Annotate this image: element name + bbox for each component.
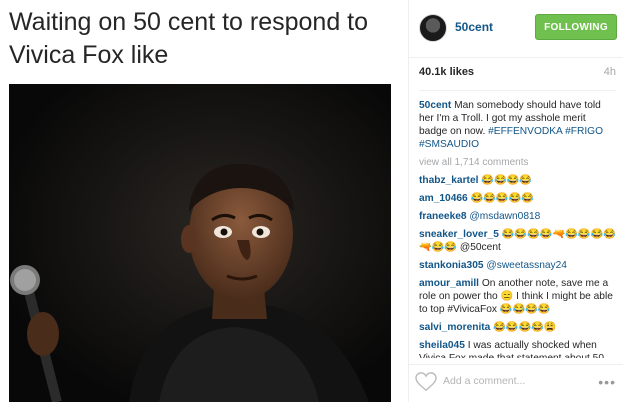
comments-list[interactable]: 50cent Man somebody should have told her… <box>419 90 616 358</box>
post-stats: 40.1k likes 4h <box>419 66 616 78</box>
comment-text: 😂😂😂😂😩 <box>490 322 557 333</box>
comment-username[interactable]: amour_amill <box>419 278 479 289</box>
post-caption: 50cent Man somebody should have told her… <box>419 99 616 151</box>
comment-item: salvi_morenita 😂😂😂😂😩 <box>419 321 616 334</box>
meme-panel: Waiting on 50 cent to respond to Vivica … <box>0 0 400 402</box>
comment-text[interactable]: @sweetassnay24 <box>484 260 567 271</box>
comment-text[interactable]: @msdawn0818 <box>467 211 540 222</box>
comment-item: stankonia305 @sweetassnay24 <box>419 259 616 272</box>
comment-text: 😂😂😂😂😂 <box>467 193 534 204</box>
heart-icon[interactable] <box>415 372 437 392</box>
post-username[interactable]: 50cent <box>455 20 493 34</box>
likes-count[interactable]: 40.1k likes <box>419 66 474 78</box>
post-header: 50cent FOLLOWING <box>409 0 623 58</box>
photo-illustration <box>9 84 391 402</box>
add-comment-input[interactable]: Add a comment... <box>443 375 525 387</box>
view-all-comments-link[interactable]: view all 1,714 comments <box>419 156 616 169</box>
comment-text: 😂😂😂😂 <box>478 175 533 186</box>
comment-username[interactable]: franeeke8 <box>419 211 467 222</box>
post-sidebar: 50cent FOLLOWING 40.1k likes 4h 50cent M… <box>408 0 623 402</box>
comment-item: sneaker_lover_5 😂😂😂😂🔫😂😂😂😂🔫😂😂 @50cent <box>419 228 616 254</box>
following-button[interactable]: FOLLOWING <box>535 14 617 40</box>
post-time[interactable]: 4h <box>604 66 616 78</box>
comment-username[interactable]: sneaker_lover_5 <box>419 229 499 240</box>
post-photo[interactable] <box>9 84 391 402</box>
avatar[interactable] <box>419 14 447 42</box>
comment-username[interactable]: sheila045 <box>419 340 465 351</box>
comment-item: am_10466 😂😂😂😂😂 <box>419 192 616 205</box>
meme-caption: Waiting on 50 cent to respond to Vivica … <box>9 8 369 69</box>
comment-item: amour_amill On another note, save me a r… <box>419 277 616 316</box>
comment-item: franeeke8 @msdawn0818 <box>419 210 616 223</box>
comment-footer: Add a comment... ••• <box>409 364 623 402</box>
comment-username[interactable]: thabz_kartel <box>419 175 478 186</box>
caption-username[interactable]: 50cent <box>419 100 451 111</box>
comment-username[interactable]: salvi_morenita <box>419 322 490 333</box>
comment-username[interactable]: stankonia305 <box>419 260 484 271</box>
more-options-icon[interactable]: ••• <box>598 374 616 390</box>
comment-username[interactable]: am_10466 <box>419 193 468 204</box>
comment-item: sheila045 I was actually shocked when Vi… <box>419 339 616 358</box>
comment-item: thabz_kartel 😂😂😂😂 <box>419 174 616 187</box>
